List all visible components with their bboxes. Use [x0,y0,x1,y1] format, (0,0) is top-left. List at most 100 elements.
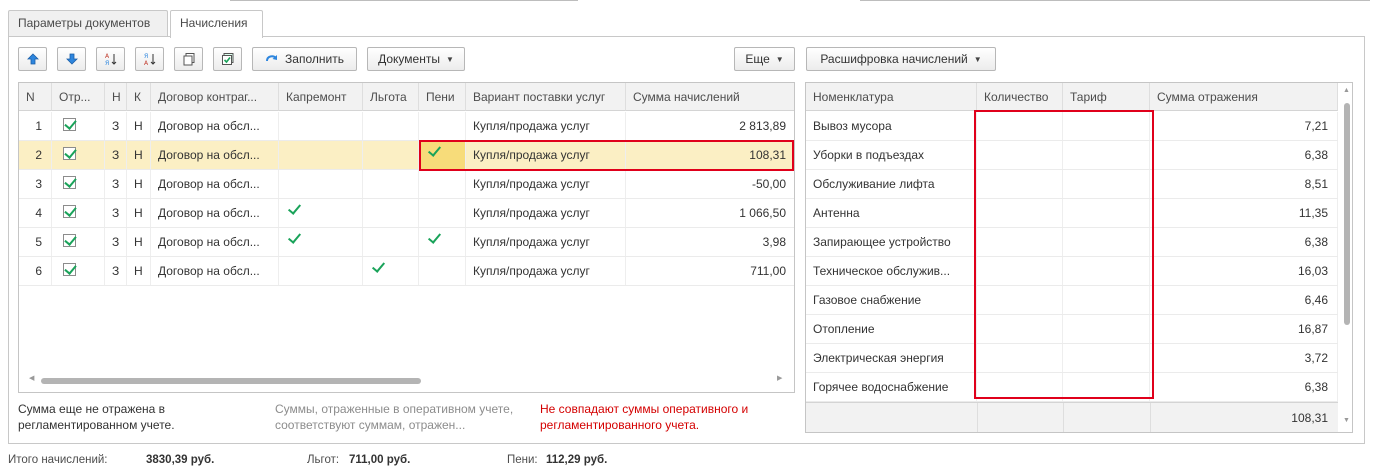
cell-nomenclature[interactable]: Антенна [806,199,977,227]
move-down-button[interactable] [57,47,86,71]
cell-reflection-sum[interactable]: 3,72 [1150,344,1338,372]
cell-contract[interactable]: Договор на обсл... [151,228,279,256]
fill-button[interactable]: Заполнить [252,47,357,71]
cell-penalty[interactable] [419,112,466,140]
column-header-charges-sum[interactable]: Сумма начислений [626,83,794,111]
cell-contract[interactable]: Договор на обсл... [151,112,279,140]
cell-kapremont[interactable] [279,257,363,285]
sort-ascending-button[interactable]: АЯ [96,47,125,71]
cell-reflected[interactable] [52,141,105,169]
cell-kapremont[interactable] [279,228,363,256]
cell-nomenclature[interactable]: Горячее водоснабжение [806,373,977,401]
column-header-h[interactable]: Н [105,83,127,111]
cell-reflection-sum[interactable]: 7,21 [1150,112,1338,140]
cell-n[interactable]: 1 [19,112,52,140]
cell-reflection-sum[interactable]: 11,35 [1150,199,1338,227]
reflected-checkbox[interactable] [63,263,76,277]
cell-k[interactable]: Н [127,170,151,198]
column-header-benefit[interactable]: Льгота [363,83,419,111]
cell-reflected[interactable] [52,257,105,285]
horizontal-scrollbar[interactable]: ◀ ▶ [29,374,784,386]
cell-benefit[interactable] [363,170,419,198]
column-header-tariff[interactable]: Тариф [1063,83,1150,111]
cell-n[interactable]: 3 [19,170,52,198]
move-up-button[interactable] [18,47,47,71]
column-header-quantity[interactable]: Количество [977,83,1063,111]
cell-benefit[interactable] [363,228,419,256]
cell-reflected[interactable] [52,170,105,198]
vertical-scrollbar-thumb[interactable] [1344,103,1350,325]
cell-contract[interactable]: Договор на обсл... [151,257,279,285]
reflected-checkbox[interactable] [63,147,76,161]
cell-nomenclature[interactable]: Отопление [806,315,977,343]
cell-reflection-sum[interactable]: 6,46 [1150,286,1338,314]
cell-contract[interactable]: Договор на обсл... [151,141,279,169]
cell-charges-sum[interactable]: 711,00 [626,257,794,285]
cell-k[interactable]: Н [127,257,151,285]
cell-contract[interactable]: Договор на обсл... [151,199,279,227]
copy-button[interactable] [174,47,203,71]
cell-benefit[interactable] [363,141,419,169]
tab-document-parameters[interactable]: Параметры документов [8,10,168,37]
cell-penalty[interactable] [419,170,466,198]
cell-kapremont[interactable] [279,199,363,227]
documents-dropdown[interactable]: Документы ▼ [367,47,465,71]
reflected-checkbox[interactable] [63,118,76,132]
cell-charges-sum[interactable]: -50,00 [626,170,794,198]
cell-penalty[interactable] [419,228,466,256]
cell-charges-sum[interactable]: 2 813,89 [626,112,794,140]
cell-reflection-sum[interactable]: 16,87 [1150,315,1338,343]
cell-charges-sum[interactable]: 1 066,50 [626,199,794,227]
reflected-checkbox[interactable] [63,234,76,248]
reflected-checkbox[interactable] [63,176,76,190]
table-row[interactable]: 5 З Н Договор на обсл... Купля/продажа услуг… [19,228,794,257]
cell-reflected[interactable] [52,112,105,140]
cell-h[interactable]: З [105,112,127,140]
cell-nomenclature[interactable]: Вывоз мусора [806,112,977,140]
scroll-up-icon[interactable]: ▲ [1343,87,1350,94]
column-header-reflected[interactable]: Отр... [52,83,105,111]
reflected-checkbox[interactable] [63,205,76,219]
cell-penalty[interactable] [419,199,466,227]
column-header-reflection-sum[interactable]: Сумма отражения [1150,83,1338,111]
cell-reflection-sum[interactable]: 16,03 [1150,257,1338,285]
scroll-right-icon[interactable]: ▶ [777,374,782,382]
cell-nomenclature[interactable]: Электрическая энергия [806,344,977,372]
cell-supply-variant[interactable]: Купля/продажа услуг [466,170,626,198]
cell-k[interactable]: Н [127,112,151,140]
cell-reflected[interactable] [52,199,105,227]
cell-n[interactable]: 2 [19,141,52,169]
table-row[interactable]: 3 З Н Договор на обсл... Купля/продажа услуг… [19,170,794,199]
cell-kapremont[interactable] [279,141,363,169]
column-header-contract[interactable]: Договор контраг... [151,83,279,111]
cell-h[interactable]: З [105,170,127,198]
column-header-nomenclature[interactable]: Номенклатура [806,83,977,111]
cell-supply-variant[interactable]: Купля/продажа услуг [466,257,626,285]
sort-descending-button[interactable]: ЯА [135,47,164,71]
cell-reflection-sum[interactable]: 6,38 [1150,228,1338,256]
cell-nomenclature[interactable]: Обслуживание лифта [806,170,977,198]
cell-k[interactable]: Н [127,228,151,256]
cell-contract[interactable]: Договор на обсл... [151,170,279,198]
select-all-button[interactable] [213,47,242,71]
cell-benefit[interactable] [363,199,419,227]
more-dropdown[interactable]: Еще ▼ [734,47,795,71]
cell-reflection-sum[interactable]: 6,38 [1150,141,1338,169]
cell-kapremont[interactable] [279,112,363,140]
column-header-supply-variant[interactable]: Вариант поставки услуг [466,83,626,111]
column-header-k[interactable]: К [127,83,151,111]
cell-h[interactable]: З [105,257,127,285]
scroll-left-icon[interactable]: ◀ [29,374,34,382]
cell-k[interactable]: Н [127,199,151,227]
cell-penalty[interactable] [419,257,466,285]
scroll-down-icon[interactable]: ▼ [1343,417,1350,424]
cell-n[interactable]: 6 [19,257,52,285]
cell-n[interactable]: 5 [19,228,52,256]
column-header-n[interactable]: N [19,83,52,111]
tab-charges[interactable]: Начисления [170,10,263,38]
cell-nomenclature[interactable]: Уборки в подъездах [806,141,977,169]
vertical-scrollbar[interactable]: ▲ ▼ [1341,83,1352,432]
column-header-penalty[interactable]: Пени [419,83,466,111]
cell-supply-variant[interactable]: Купля/продажа услуг [466,228,626,256]
cell-charges-sum[interactable]: 3,98 [626,228,794,256]
